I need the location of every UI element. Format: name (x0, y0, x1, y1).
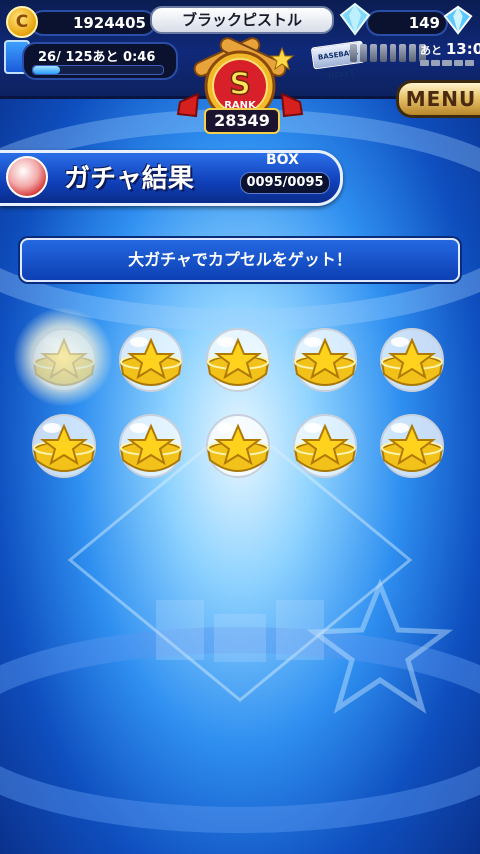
ticket-timer: あと 13:01 (420, 40, 480, 58)
timer-time: 13:01 (445, 40, 480, 58)
ticket-gauge (350, 44, 426, 62)
stamina-bar-fill (33, 66, 61, 74)
capsule-gold[interactable] (117, 326, 185, 394)
capsule-gold[interactable] (117, 412, 185, 480)
coin-counter: 1924405 (30, 10, 156, 36)
rank-letter: S (229, 67, 251, 102)
capsule-icon (119, 414, 183, 478)
page-title: ガチャ結果 (64, 164, 194, 194)
box-label: BOX (266, 152, 299, 168)
diamond-icon (339, 2, 371, 36)
capsule-icon (119, 328, 183, 392)
stamina-text: 26/ 125あと 0:46 (38, 50, 156, 65)
gem-counter: 149 (366, 10, 448, 36)
coin-icon: C (6, 6, 38, 38)
capsule-gold[interactable] (378, 326, 446, 394)
menu-button[interactable]: MENU (396, 80, 480, 118)
capsule-gold[interactable] (204, 412, 272, 480)
capsule-gold[interactable] (291, 326, 359, 394)
capsule-icon (380, 328, 444, 392)
capsule-icon (206, 328, 270, 392)
timer-bar (420, 60, 475, 66)
gacha-result-screen: 1924405 C ブラックピストル 149 26/ 125あと 0:46 BA… (0, 0, 480, 854)
capsule-icon (206, 414, 270, 478)
stamina-meter: 26/ 125あと 0:46 (22, 42, 178, 80)
capsule-icon (380, 414, 444, 478)
capsule-gold[interactable] (204, 326, 272, 394)
diamond-shop-icon[interactable] (442, 4, 474, 36)
player-title-banner[interactable]: ブラックピストル (150, 6, 334, 34)
capsule-icon (32, 328, 96, 392)
capsule-icon (6, 156, 48, 198)
capsule-icon (293, 328, 357, 392)
stamina-bar (32, 65, 164, 75)
capsule-gold[interactable] (30, 412, 98, 480)
capsule-icon (32, 414, 96, 478)
timer-prefix: あと (420, 44, 442, 57)
capsule-gold[interactable] (291, 412, 359, 480)
result-message: 大ガチャでカプセルをゲット！ (20, 238, 460, 282)
capsule-gold[interactable] (378, 412, 446, 480)
rank-points: 28349 (204, 108, 280, 134)
box-counter: 0095/0095 (240, 172, 330, 194)
capsule-icon (293, 414, 357, 478)
capsule-opened[interactable] (30, 326, 98, 394)
